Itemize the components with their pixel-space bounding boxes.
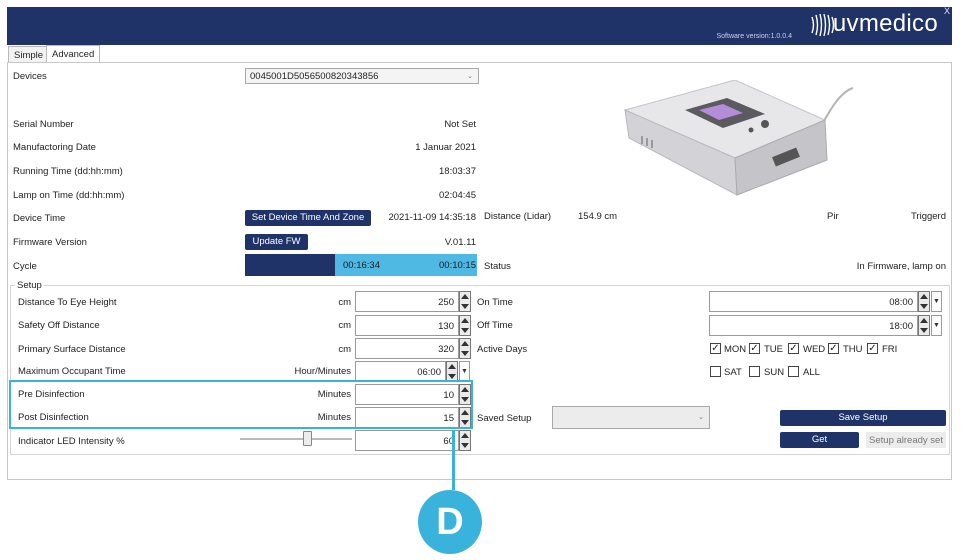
chevron-down-icon: ⌄: [467, 73, 473, 80]
wed-label: WED: [803, 344, 826, 355]
saved-setup-select[interactable]: ⌄: [552, 406, 710, 429]
on-time-input[interactable]: 08:00: [709, 291, 918, 312]
running-time-label: Running Time (dd:hh:mm): [13, 166, 123, 177]
cycle-remaining: 00:10:15: [439, 260, 476, 271]
distance-lidar-value: 154.9 cm: [578, 211, 618, 222]
tue-checkbox[interactable]: ✓: [749, 343, 760, 354]
off-time-dropdown[interactable]: ▼: [931, 315, 942, 336]
set-device-time-button[interactable]: Set Device Time And Zone: [245, 210, 371, 226]
tab-advanced[interactable]: Advanced: [46, 45, 101, 63]
off-time-label: Off Time: [477, 320, 513, 331]
safety-off-input[interactable]: 130: [355, 315, 459, 336]
tab-simple[interactable]: Simple: [8, 46, 50, 63]
distance-to-eye-unit: cm: [338, 297, 351, 308]
primary-surface-unit: cm: [338, 344, 351, 355]
save-setup-button[interactable]: Save Setup: [780, 410, 946, 426]
setup-already-set-label: Setup already set: [866, 432, 946, 448]
max-occupant-time-input[interactable]: 06:00: [355, 361, 446, 382]
running-time-value: 18:03:37: [439, 166, 476, 177]
firmware-version-label: Firmware Version: [13, 237, 87, 248]
devices-select[interactable]: 0045001D505650082034385​6 ⌄: [245, 68, 479, 84]
update-fw-button[interactable]: Update FW: [245, 234, 308, 250]
safety-off-stepper[interactable]: [459, 315, 471, 336]
max-occupant-time-dropdown[interactable]: ▼: [459, 361, 470, 382]
device-time-value: 2021-11-09 14:35:18: [388, 212, 476, 223]
callout-connector-line: [452, 430, 455, 490]
sat-label: SAT: [724, 367, 742, 378]
serial-number-label: Serial Number: [13, 119, 74, 130]
primary-surface-input[interactable]: 320: [355, 338, 459, 359]
led-intensity-input[interactable]: 60: [355, 430, 459, 451]
max-occupant-time-stepper[interactable]: [446, 361, 458, 382]
chevron-down-icon: ⌄: [698, 414, 704, 421]
app-header: Software version:1.0.0.4 uvmedico: [7, 7, 952, 45]
lamp-time-label: Lamp on Time (dd:hh:mm): [13, 190, 125, 201]
mon-label: MON: [724, 344, 747, 355]
distance-to-eye-input[interactable]: 250: [355, 291, 459, 312]
max-occupant-time-label: Maximum Occupant Time: [18, 366, 126, 377]
setup-legend: Setup: [15, 280, 44, 291]
on-time-label: On Time: [477, 297, 513, 308]
devices-label: Devices: [13, 71, 47, 82]
all-label: ALL: [803, 367, 820, 378]
manufacturing-date-value: 1 Januar 2021: [415, 142, 476, 153]
pir-label: Pir: [827, 211, 839, 222]
tue-label: TUE: [764, 344, 783, 355]
mon-checkbox[interactable]: ✓: [710, 343, 721, 354]
manufacturing-date-label: Manufactoring Date: [13, 142, 96, 153]
fri-checkbox[interactable]: ✓: [867, 343, 878, 354]
distance-to-eye-label: Distance To Eye Height: [18, 297, 117, 308]
sun-checkbox[interactable]: [749, 366, 760, 377]
fri-label: FRI: [882, 344, 898, 355]
status-label: Status: [484, 261, 511, 272]
on-time-dropdown[interactable]: ▼: [931, 291, 942, 312]
distance-to-eye-stepper[interactable]: [459, 291, 471, 312]
primary-surface-stepper[interactable]: [459, 338, 471, 359]
device-product-image: [623, 80, 854, 196]
distance-lidar-label: Distance (Lidar): [484, 211, 552, 222]
active-days-label: Active Days: [477, 344, 528, 355]
status-value: In Firmware, lamp on: [856, 261, 946, 272]
callout-highlight-box: [9, 380, 473, 429]
off-time-input[interactable]: 18:00: [709, 315, 918, 336]
device-time-label: Device Time: [13, 213, 66, 224]
cycle-elapsed: 00:16:34: [343, 260, 380, 271]
all-checkbox[interactable]: [788, 366, 799, 377]
safety-off-label: Safety Off Distance: [18, 320, 100, 331]
led-intensity-label: Indicator LED Intensity %: [18, 436, 125, 447]
firmware-version-value: V.01.11: [444, 237, 476, 248]
led-intensity-slider-thumb[interactable]: [302, 431, 312, 446]
pir-value: Triggerd: [910, 211, 946, 222]
sat-checkbox[interactable]: [710, 366, 721, 377]
software-version: Software version:1.0.0.4: [716, 33, 793, 40]
on-time-stepper[interactable]: [918, 291, 930, 312]
close-button[interactable]: X: [944, 6, 950, 16]
led-intensity-slider-track[interactable]: [240, 438, 352, 440]
saved-setup-label: Saved Setup: [477, 413, 532, 424]
cycle-progress-fill: [245, 254, 336, 276]
wed-checkbox[interactable]: ✓: [788, 343, 799, 354]
primary-surface-label: Primary Surface Distance: [18, 344, 126, 355]
off-time-stepper[interactable]: [918, 315, 930, 336]
callout-badge-d: D: [418, 490, 482, 554]
max-occupant-time-unit: Hour/Minutes: [294, 366, 352, 377]
thu-label: THU: [843, 344, 863, 355]
uvmedico-logo-icon: [811, 13, 835, 37]
brand-logo-text: uvmedico: [832, 10, 938, 37]
led-intensity-stepper[interactable]: [459, 430, 471, 451]
cycle-label: Cycle: [13, 261, 37, 272]
lamp-time-value: 02:04:45: [439, 190, 476, 201]
serial-number-value: Not Set: [444, 119, 476, 130]
safety-off-unit: cm: [338, 320, 351, 331]
thu-checkbox[interactable]: ✓: [828, 343, 839, 354]
devices-select-value: 0045001D505650082034385​6: [250, 71, 379, 82]
get-button[interactable]: Get: [780, 432, 859, 448]
sun-label: SUN: [764, 367, 785, 378]
